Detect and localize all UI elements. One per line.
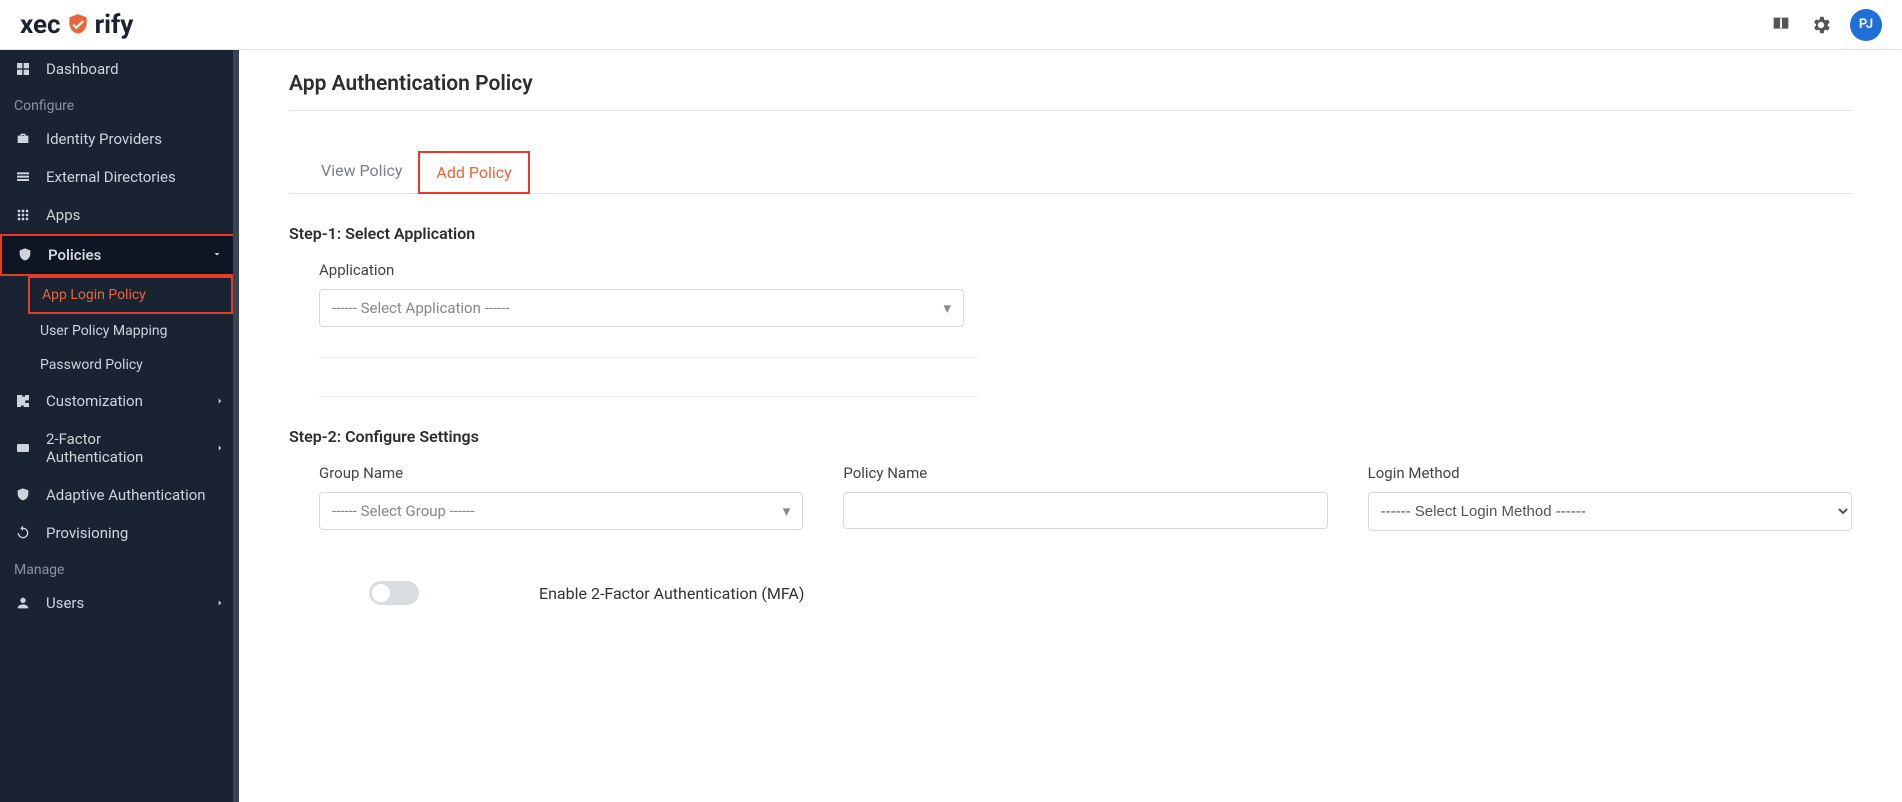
mfa-toggle-label: Enable 2-Factor Authentication (MFA) [539,584,804,603]
login-method-select[interactable]: ------ Select Login Method ------ [1368,492,1852,531]
sidebar-item-2fa[interactable]: 2-Factor Authentication [0,420,239,476]
sync-icon [14,524,32,542]
page-title: App Authentication Policy [289,72,1852,111]
grid-icon [14,206,32,224]
tab-add-policy[interactable]: Add Policy [418,151,529,194]
sidebar-item-label: Customization [46,392,143,410]
sidebar-item-dashboard[interactable]: Dashboard [0,50,239,88]
sidebar-item-customization[interactable]: Customization [0,382,239,420]
chevron-right-icon [215,439,225,457]
sidebar-section-configure: Configure [0,88,239,120]
sidebar-subitem-user-policy-mapping[interactable]: User Policy Mapping [0,314,239,348]
sidebar-item-label: Dashboard [46,60,119,78]
chevron-right-icon [215,392,225,410]
sidebar-item-label: Policies [48,246,101,264]
sidebar-subitem-app-login-policy[interactable]: App Login Policy [28,276,233,314]
dashboard-icon [14,60,32,78]
docs-icon[interactable] [1770,14,1792,36]
sidebar-item-label: User Policy Mapping [40,323,167,339]
sidebar-item-users[interactable]: Users [0,584,239,622]
chevron-down-icon [211,246,223,264]
sidebar-item-label: Provisioning [46,524,128,542]
sidebar-section-manage: Manage [0,552,239,584]
caret-down-icon: ▾ [943,299,951,317]
application-select-placeholder: ------ Select Application ------ [332,299,509,317]
sidebar-item-policies[interactable]: Policies [0,234,239,276]
sidebar-item-apps[interactable]: Apps [0,196,239,234]
divider [319,396,979,397]
caret-down-icon: ▾ [783,502,791,520]
puzzle-icon [14,392,32,410]
user-icon [14,594,32,612]
label-application: Application [319,261,1852,279]
brand-text-2: rify [95,10,134,40]
sidebar-item-label: Adaptive Authentication [46,486,206,504]
sidebar-subitem-password-policy[interactable]: Password Policy [0,348,239,382]
avatar-initials: PJ [1859,17,1873,32]
brand-shield-icon [65,12,91,38]
topbar: xec rify PJ [0,0,1902,50]
shield-check-icon [14,486,32,504]
sidebar-item-label: Identity Providers [46,130,162,148]
sidebar-item-label: Password Policy [40,357,143,373]
step2-title: Step-2: Configure Settings [289,427,1852,446]
gear-icon[interactable] [1810,14,1832,36]
policy-name-input[interactable] [843,492,1327,529]
list-icon [14,168,32,186]
sidebar-item-label: App Login Policy [42,287,146,303]
application-select[interactable]: ------ Select Application ------ ▾ [319,289,964,327]
sidebar-item-label: 2-Factor Authentication [46,430,201,466]
sidebar-item-label: External Directories [46,168,176,186]
label-group-name: Group Name [319,464,803,482]
label-login-method: Login Method [1368,464,1852,482]
chevron-right-icon [215,594,225,612]
avatar[interactable]: PJ [1850,9,1882,41]
tab-view-policy[interactable]: View Policy [305,151,418,193]
sidebar-item-provisioning[interactable]: Provisioning [0,514,239,552]
mfa-toggle[interactable] [369,581,419,605]
content-area: App Authentication Policy View Policy Ad… [239,50,1902,802]
tabs: View Policy Add Policy [289,151,1852,194]
label-policy-name: Policy Name [843,464,1327,482]
brand-logo: xec rify [20,10,133,40]
shield-icon [16,246,34,264]
sidebar-item-adaptive-auth[interactable]: Adaptive Authentication [0,476,239,514]
divider [319,357,979,358]
sidebar-item-external-directories[interactable]: External Directories [0,158,239,196]
briefcase-icon [14,130,32,148]
step1-title: Step-1: Select Application [289,224,1852,243]
group-select[interactable]: ------ Select Group ------ ▾ [319,492,803,530]
brand-text-1: xec [20,10,61,40]
sidebar-item-identity-providers[interactable]: Identity Providers [0,120,239,158]
sidebar-item-label: Users [46,594,84,612]
group-select-placeholder: ------ Select Group ------ [332,502,475,520]
sidebar: Dashboard Configure Identity Providers E… [0,50,239,802]
keypad-icon [14,439,32,457]
sidebar-item-label: Apps [46,206,80,224]
